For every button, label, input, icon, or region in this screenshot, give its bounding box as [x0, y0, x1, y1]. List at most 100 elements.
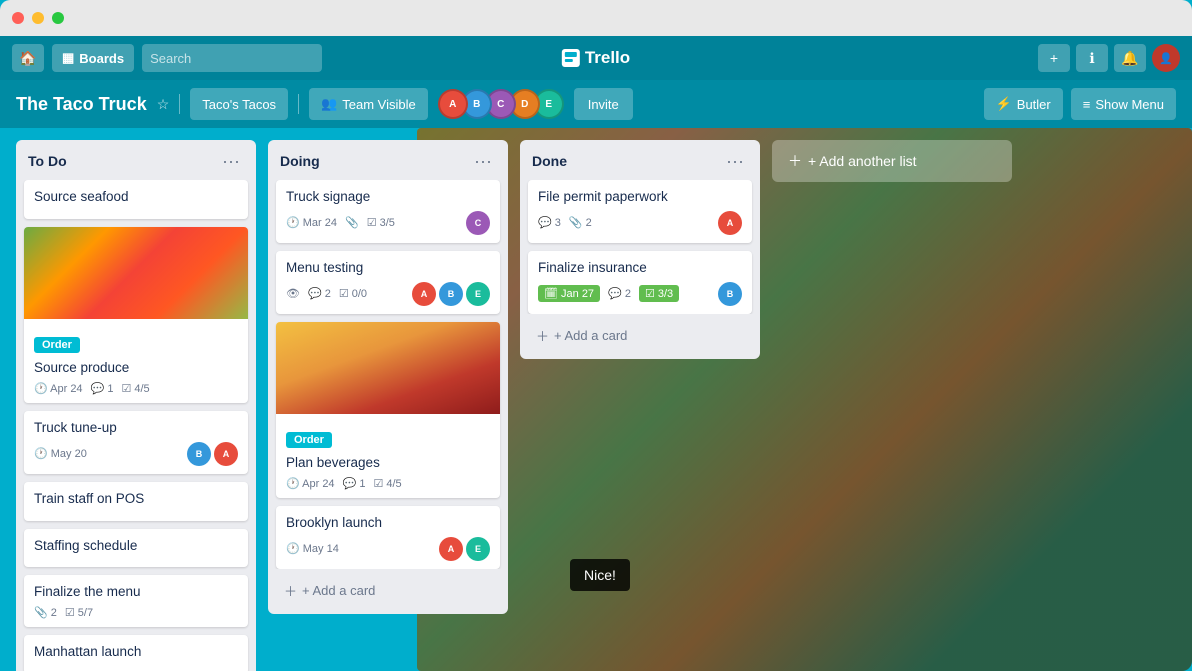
add-card-doing-button[interactable]: ＋ + Add a card — [276, 575, 500, 606]
card-truck-tuneup[interactable]: Truck tune-up 🕐 May 20 B A — [24, 411, 248, 474]
card-member-c: C — [466, 211, 490, 235]
card-title: Source produce — [34, 359, 238, 378]
card-train-staff[interactable]: Train staff on POS — [24, 482, 248, 521]
list-doing-cards: Truck signage 🕐 Mar 24 📎 ☑ 3/5 C — [268, 180, 508, 569]
list-done-header: Done ··· — [520, 140, 760, 180]
nice-tooltip: Nice! — [570, 559, 630, 591]
invite-button[interactable]: Invite — [574, 88, 633, 120]
card-member-b: B — [718, 282, 742, 306]
boards-label: Boards — [79, 51, 124, 66]
minimize-dot[interactable] — [32, 12, 44, 24]
card-meta: 🕐 Apr 24 💬 1 ☑ 4/5 — [34, 382, 238, 395]
card-meta: 🗓 Jan 27 💬 2 ☑ 3/3 B — [538, 282, 742, 306]
card-title: Manhattan launch — [34, 643, 238, 662]
card-members: C — [466, 211, 490, 235]
boards-button[interactable]: ▦ Boards — [52, 44, 134, 72]
card-menu-testing[interactable]: Menu testing 👁 💬 2 ☑ 0/0 A B E — [276, 251, 500, 314]
divider2 — [298, 94, 299, 114]
create-button[interactable]: + — [1038, 44, 1070, 72]
close-dot[interactable] — [12, 12, 24, 24]
team-button[interactable]: Taco's Tacos — [190, 88, 288, 120]
add-list-button[interactable]: ＋ + Add another list — [772, 140, 1012, 182]
member-avatar-1[interactable]: A — [438, 89, 468, 119]
card-members: B — [718, 282, 742, 306]
trello-icon — [562, 49, 580, 67]
boards-icon: ▦ — [62, 50, 74, 66]
card-members: B A — [187, 442, 238, 466]
card-image-wrap — [276, 322, 500, 414]
butler-button[interactable]: ⚡ Butler — [984, 88, 1063, 120]
card-meta: 🕐 Apr 24 💬 1 ☑ 4/5 — [286, 477, 490, 490]
member-avatars: A B C D E — [438, 89, 564, 119]
notifications-button[interactable]: 🔔 — [1114, 44, 1146, 72]
card-brooklyn-launch[interactable]: Brooklyn launch 🕐 May 14 A E — [276, 506, 500, 569]
card-title: Staffing schedule — [34, 537, 238, 556]
card-meta: 📎 2 ☑ 5/7 — [34, 606, 238, 619]
list-doing-title: Doing — [280, 153, 320, 169]
card-title: Source seafood — [34, 188, 238, 207]
card-title: Brooklyn launch — [286, 514, 490, 533]
card-meta-checklist: ☑ 4/5 — [373, 477, 401, 490]
user-avatar[interactable]: 👤 — [1152, 44, 1180, 72]
drinks-image — [276, 322, 500, 414]
card-source-seafood[interactable]: Source seafood — [24, 180, 248, 219]
board-header: The Taco Truck ☆ Taco's Tacos 👥 Team Vis… — [0, 80, 1192, 128]
add-card-done-button[interactable]: ＋ + Add a card — [528, 320, 752, 351]
card-meta-comments: 💬 1 — [91, 382, 114, 395]
top-nav: 🏠 ▦ Boards Trello + ℹ 🔔 👤 — [0, 36, 1192, 80]
card-members: A — [718, 211, 742, 235]
list-doing-header: Doing ··· — [268, 140, 508, 180]
card-member-b: B — [187, 442, 211, 466]
list-todo-cards: Source seafood Order Source produce — [16, 180, 256, 671]
card-title: Truck tune-up — [34, 419, 238, 438]
card-meta: 💬 3 📎 2 A — [538, 211, 742, 235]
card-title: Finalize insurance — [538, 259, 742, 278]
trello-logo: Trello — [562, 48, 630, 68]
card-finalize-insurance[interactable]: Finalize insurance 🗓 Jan 27 💬 2 ☑ 3/3 B — [528, 251, 752, 314]
visibility-button[interactable]: 👥 Team Visible — [309, 88, 428, 120]
card-staffing-schedule[interactable]: Staffing schedule — [24, 529, 248, 568]
card-member-a: A — [412, 282, 436, 306]
nav-right: + ℹ 🔔 👤 — [1038, 44, 1180, 72]
card-meta-date: 🕐 Mar 24 — [286, 216, 337, 229]
app-window: 🏠 ▦ Boards Trello + ℹ 🔔 👤 — [0, 0, 1192, 671]
plus-icon: ＋ — [284, 581, 297, 600]
card-truck-signage[interactable]: Truck signage 🕐 Mar 24 📎 ☑ 3/5 C — [276, 180, 500, 243]
card-plan-beverages[interactable]: Order Plan beverages 🕐 Apr 24 💬 1 ☑ 4/5 — [276, 322, 500, 498]
card-meta-comments: 💬 2 — [308, 287, 331, 300]
list-todo-menu-button[interactable]: ··· — [218, 150, 244, 172]
board-right-actions: ⚡ Butler ≡ Show Menu — [984, 88, 1176, 120]
card-meta: 👁 💬 2 ☑ 0/0 A B E — [286, 282, 490, 306]
card-members: A B E — [412, 282, 490, 306]
list-done-title: Done — [532, 153, 567, 169]
card-title: Truck signage — [286, 188, 490, 207]
board-title[interactable]: The Taco Truck — [16, 94, 147, 115]
board-star-icon[interactable]: ☆ — [157, 96, 170, 113]
card-member-a: A — [214, 442, 238, 466]
card-meta-date: 🕐 Apr 24 — [34, 382, 83, 395]
list-todo-header: To Do ··· — [16, 140, 256, 180]
card-label: Order — [34, 337, 80, 353]
card-manhattan-launch[interactable]: Manhattan launch — [24, 635, 248, 671]
card-label: Order — [286, 432, 332, 448]
maximize-dot[interactable] — [52, 12, 64, 24]
card-meta-checklist: ☑ 5/7 — [65, 606, 93, 619]
plus-icon: ＋ — [788, 151, 802, 171]
card-meta-date: 🕐 Apr 24 — [286, 477, 335, 490]
card-file-permit[interactable]: File permit paperwork 💬 3 📎 2 A — [528, 180, 752, 243]
search-input[interactable] — [142, 44, 322, 72]
home-button[interactable]: 🏠 — [12, 44, 44, 72]
list-done: Done ··· File permit paperwork 💬 3 📎 2 A — [520, 140, 760, 359]
card-finalize-menu[interactable]: Finalize the menu 📎 2 ☑ 5/7 — [24, 575, 248, 627]
card-title: Train staff on POS — [34, 490, 238, 509]
list-done-menu-button[interactable]: ··· — [722, 150, 748, 172]
card-meta-attach: 📎 2 — [569, 216, 592, 229]
list-doing-menu-button[interactable]: ··· — [470, 150, 496, 172]
card-meta-checklist: ☑ 0/0 — [339, 287, 367, 300]
show-menu-button[interactable]: ≡ Show Menu — [1071, 88, 1176, 120]
list-done-footer: ＋ + Add a card — [520, 314, 760, 359]
list-doing: Doing ··· Truck signage 🕐 Mar 24 📎 ☑ 3/5 — [268, 140, 508, 614]
info-button[interactable]: ℹ — [1076, 44, 1108, 72]
card-source-produce[interactable]: Order Source produce 🕐 Apr 24 💬 1 ☑ 4/5 — [24, 227, 248, 403]
list-todo: To Do ··· Source seafood — [16, 140, 256, 671]
